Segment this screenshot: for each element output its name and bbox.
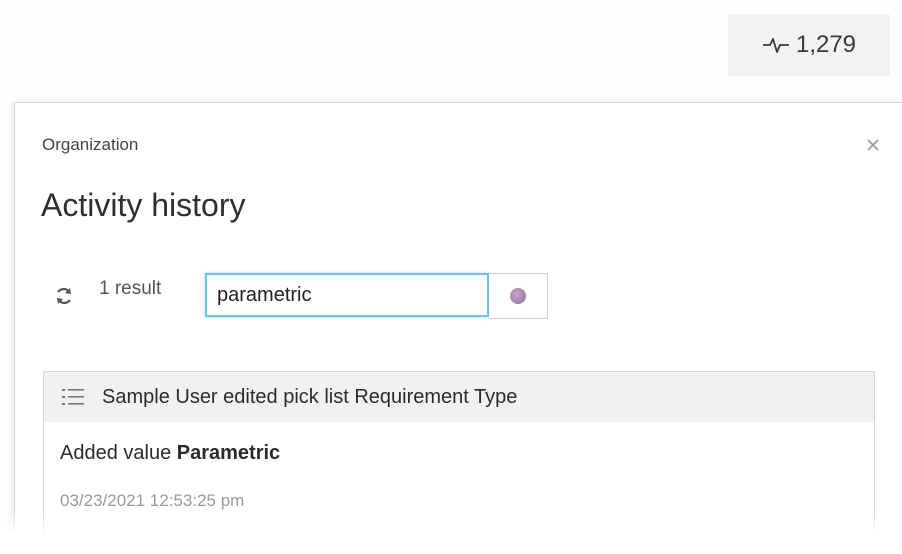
activity-pulse-icon xyxy=(762,35,790,55)
page-title: Activity history xyxy=(41,187,246,223)
change-prefix: Added value xyxy=(60,442,172,464)
result-count: 1 result xyxy=(99,278,162,299)
page: 1,279 Organization Activity history 1 re… xyxy=(0,0,902,554)
activity-change: Added value Parametric xyxy=(60,442,874,465)
activity-item-header[interactable]: Sample User edited pick list Requirement… xyxy=(44,372,874,422)
close-icon[interactable] xyxy=(863,135,883,155)
activity-history-panel: Organization Activity history 1 result p… xyxy=(14,102,902,554)
activity-timestamp: 03/23/2021 12:53:25 pm xyxy=(60,491,245,510)
clear-search-icon xyxy=(510,288,526,304)
refresh-icon[interactable] xyxy=(53,285,75,307)
clear-search-button[interactable] xyxy=(489,273,548,319)
search-box xyxy=(205,273,548,319)
activity-summary: Sample User edited pick list Requirement… xyxy=(102,385,518,408)
list-icon xyxy=(60,384,86,410)
search-input[interactable] xyxy=(205,273,489,317)
activity-item-body: Added value Parametric 03/23/2021 12:53:… xyxy=(44,422,874,511)
activity-count: 1,279 xyxy=(795,31,857,58)
change-value: Parametric xyxy=(176,442,281,464)
bottom-fade xyxy=(0,510,902,554)
toolbar: 1 result xyxy=(53,273,161,319)
activity-counter[interactable]: 1,279 xyxy=(728,14,890,76)
panel-subtitle: Organization xyxy=(42,135,139,154)
